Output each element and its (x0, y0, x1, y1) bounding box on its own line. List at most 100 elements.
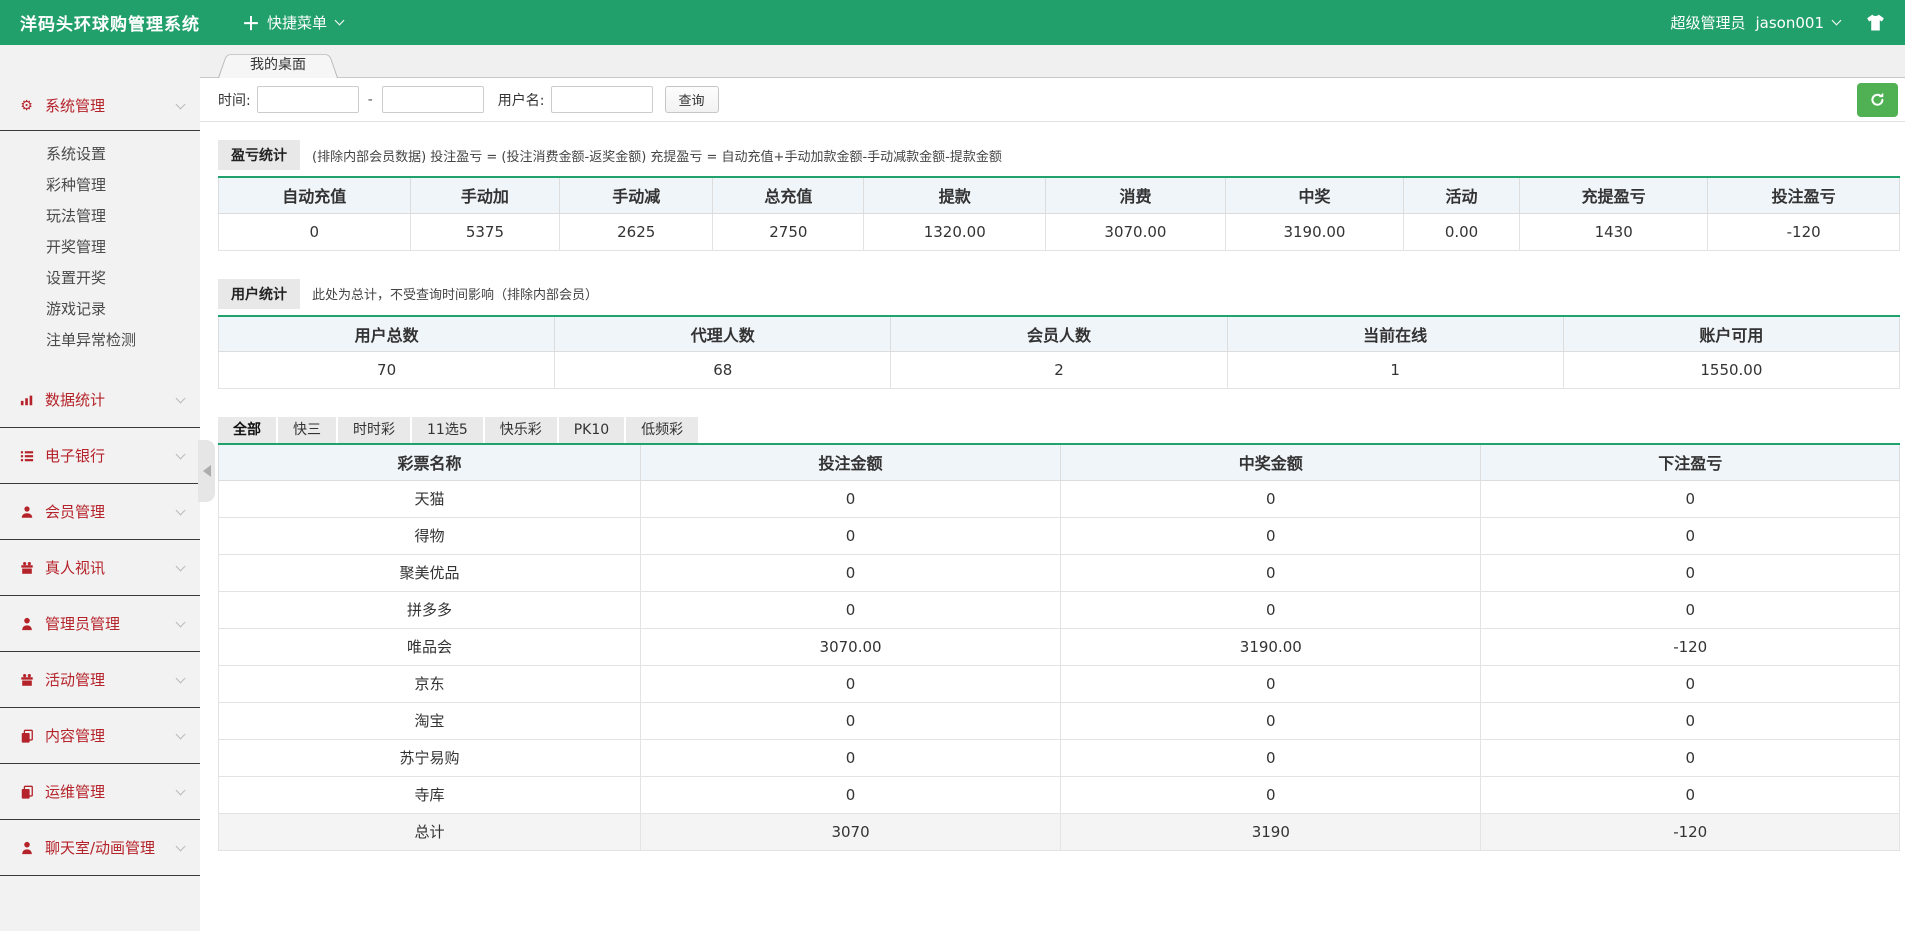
chevron-down-icon (176, 505, 186, 515)
list-icon (18, 449, 35, 463)
col-header: 彩票名称 (219, 444, 641, 480)
chevron-down-icon (176, 729, 186, 739)
cell-value: 0 (219, 213, 411, 250)
cell-value: 70 (219, 352, 555, 389)
tab-dipincai[interactable]: 低频彩 (626, 417, 698, 443)
sidebar-item-lottery-type-management[interactable]: 彩种管理 (0, 170, 200, 201)
cell-value: 5375 (410, 213, 560, 250)
cell-bet: 0 (640, 554, 1060, 591)
profit-stats-table: 自动充值 手动加 手动减 总充值 提款 消费 中奖 活动 充提盈亏 投注盈亏 0… (218, 176, 1900, 251)
cell-bet: 0 (640, 480, 1060, 517)
sidebar-group-e-bank[interactable]: 电子银行 (0, 428, 200, 484)
col-header: 充提盈亏 (1520, 177, 1708, 213)
col-header: 总充值 (713, 177, 864, 213)
user-section-title: 用户统计 (218, 279, 300, 309)
time-to-input[interactable] (382, 86, 484, 113)
shirt-icon (1866, 13, 1885, 32)
search-toolbar: 时间: - 用户名: 查询 (200, 78, 1905, 122)
tab-my-desktop[interactable]: 我的桌面 (218, 50, 338, 78)
chevron-down-icon (176, 673, 186, 683)
sidebar-item-set-draw[interactable]: 设置开奖 (0, 263, 200, 294)
sidebar-group-live-video[interactable]: 真人视讯 (0, 540, 200, 596)
sidebar-group-activity-management[interactable]: 活动管理 (0, 652, 200, 708)
page-tab-bar: 我的桌面 (200, 45, 1905, 78)
tab-kuailecai[interactable]: 快乐彩 (485, 417, 557, 443)
sidebar-group-label: 系统管理 (45, 95, 168, 116)
cell-bet: 3070 (640, 813, 1060, 850)
username-input[interactable] (551, 86, 653, 113)
table-row: 拼多多 0 0 0 (219, 591, 1900, 628)
tab-all[interactable]: 全部 (218, 417, 276, 443)
cell-win: 0 (1061, 554, 1481, 591)
cell-pl: 0 (1481, 739, 1900, 776)
cell-lottery-name: 京东 (219, 665, 641, 702)
tab-11xuan5[interactable]: 11选5 (412, 417, 483, 443)
col-header: 自动充值 (219, 177, 411, 213)
sidebar-item-play-method-management[interactable]: 玩法管理 (0, 201, 200, 232)
chevron-down-icon (176, 785, 186, 795)
admin-user-icon (18, 617, 35, 631)
sidebar-group-member-management[interactable]: 会员管理 (0, 484, 200, 540)
cell-bet: 0 (640, 739, 1060, 776)
sidebar-item-system-settings[interactable]: 系统设置 (0, 139, 200, 170)
col-header: 消费 (1046, 177, 1226, 213)
sidebar-group-data-statistics[interactable]: 数据统计 (0, 372, 200, 428)
col-header: 投注盈亏 (1708, 177, 1900, 213)
chevron-down-icon (176, 841, 186, 851)
chevron-down-icon (176, 99, 186, 109)
profit-section-title: 盈亏统计 (218, 140, 300, 170)
app-title: 洋码头环球购管理系统 (20, 10, 200, 35)
pages-icon (18, 729, 35, 743)
sidebar-group-content-management[interactable]: 内容管理 (0, 708, 200, 764)
sidebar-group-label: 内容管理 (45, 725, 168, 746)
sidebar-group-label: 数据统计 (45, 389, 168, 410)
cell-lottery-name: 拼多多 (219, 591, 641, 628)
cell-value: 0.00 (1404, 213, 1520, 250)
sidebar-collapse-handle[interactable] (198, 440, 215, 502)
col-header: 提款 (864, 177, 1046, 213)
plus-icon: ＋ (242, 10, 260, 36)
sidebar-group-label: 活动管理 (45, 669, 168, 690)
cell-win: 3190.00 (1061, 628, 1481, 665)
table-row: 得物 0 0 0 (219, 517, 1900, 554)
profit-section-note: (排除内部会员数据) 投注盈亏 = (投注消费金额-返奖金额) 充提盈亏 = 自… (312, 146, 1002, 165)
cell-lottery-name: 聚美优品 (219, 554, 641, 591)
top-header: 洋码头环球购管理系统 ＋ 快捷菜单 超级管理员 jason001 (0, 0, 1905, 45)
sidebar-group-ops-management[interactable]: 运维管理 (0, 764, 200, 820)
cell-value: 1550.00 (1563, 352, 1899, 389)
tab-kuai3[interactable]: 快三 (278, 417, 336, 443)
user-section-note: 此处为总计，不受查询时间影响（排除内部会员） (312, 284, 598, 303)
user-name: jason001 (1756, 14, 1825, 32)
theme-shirt-icon[interactable] (1866, 13, 1885, 32)
sidebar-group-label: 会员管理 (45, 501, 168, 522)
tab-pk10[interactable]: PK10 (559, 417, 624, 443)
sidebar-group-label: 运维管理 (45, 781, 168, 802)
cell-win: 0 (1061, 517, 1481, 554)
table-header-row: 用户总数 代理人数 会员人数 当前在线 账户可用 (219, 316, 1900, 352)
cell-bet: 0 (640, 517, 1060, 554)
sidebar-item-game-records[interactable]: 游戏记录 (0, 294, 200, 325)
query-button[interactable]: 查询 (665, 86, 719, 113)
tab-shishicai[interactable]: 时时彩 (338, 417, 410, 443)
user-menu-button[interactable]: 超级管理员 jason001 (1670, 12, 1840, 33)
refresh-button[interactable] (1857, 83, 1898, 117)
sidebar-group-admin-management[interactable]: 管理员管理 (0, 596, 200, 652)
table-row: 天猫 0 0 0 (219, 480, 1900, 517)
cell-pl: 0 (1481, 517, 1900, 554)
time-from-input[interactable] (257, 86, 359, 113)
dashboard-content: 盈亏统计 (排除内部会员数据) 投注盈亏 = (投注消费金额-返奖金额) 充提盈… (200, 122, 1905, 931)
sidebar-item-draw-management[interactable]: 开奖管理 (0, 232, 200, 263)
sidebar-item-abnormal-bet-detection[interactable]: 注单异常检测 (0, 325, 200, 356)
sidebar-group-system-management[interactable]: ⚙ 系统管理 (0, 81, 200, 131)
admin-user-icon (18, 841, 35, 855)
cell-pl: -120 (1481, 813, 1900, 850)
col-header: 活动 (1404, 177, 1520, 213)
chevron-down-icon (176, 449, 186, 459)
cell-pl: -120 (1481, 628, 1900, 665)
cell-pl: 0 (1481, 776, 1900, 813)
quick-menu-button[interactable]: ＋ 快捷菜单 (242, 10, 343, 36)
cell-pl: 0 (1481, 665, 1900, 702)
sidebar-group-chatroom-animation-management[interactable]: 聊天室/动画管理 (0, 820, 200, 876)
table-row: 唯品会 3070.00 3190.00 -120 (219, 628, 1900, 665)
cell-bet: 0 (640, 702, 1060, 739)
